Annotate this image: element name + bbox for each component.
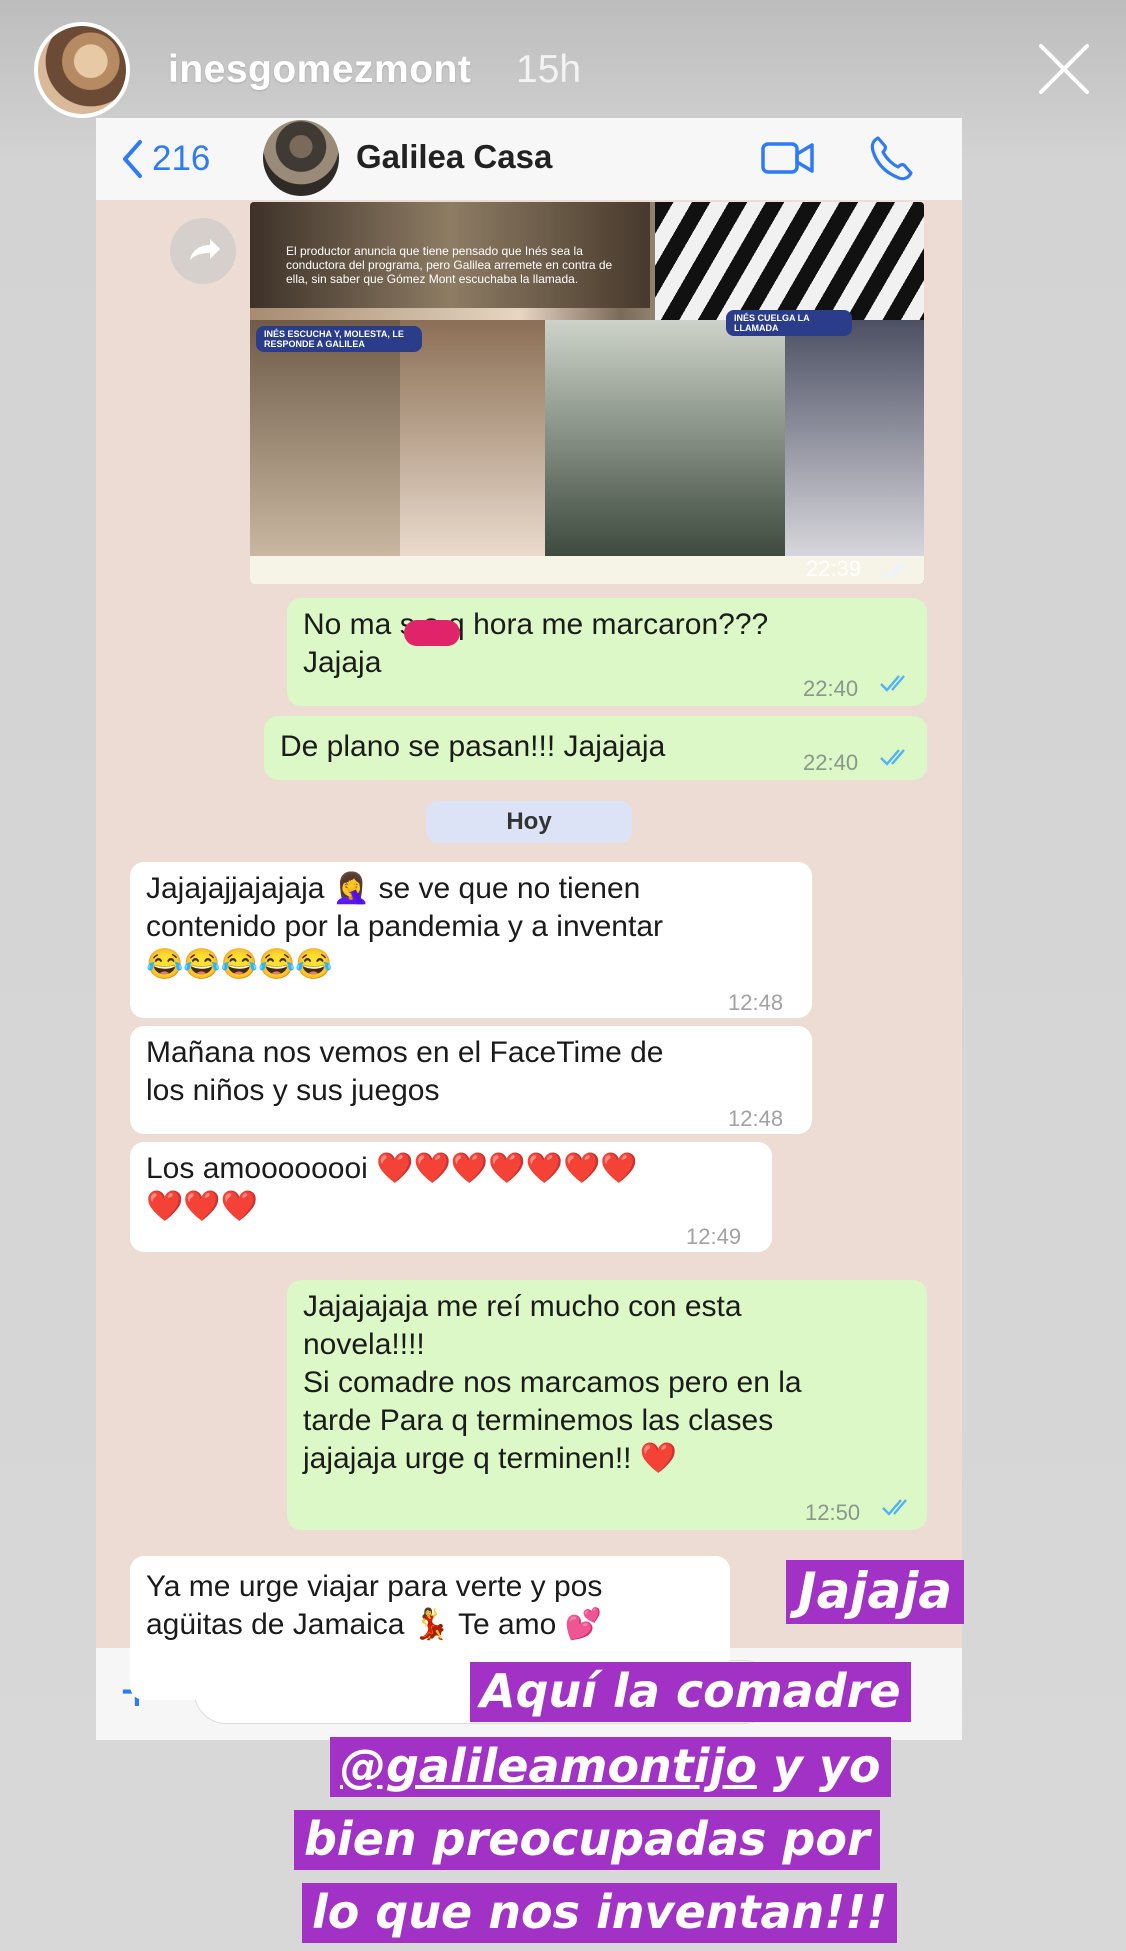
story-text-sticker: @galileamontijo y yo bbox=[330, 1737, 891, 1797]
read-ticks-icon bbox=[880, 675, 905, 692]
message-time: 12:48 bbox=[728, 990, 784, 1015]
story-text-sticker: lo que nos inventan!!! bbox=[302, 1883, 898, 1943]
message-time: 22:39 bbox=[806, 556, 862, 581]
close-icon[interactable] bbox=[1035, 40, 1093, 98]
share-arrow-icon bbox=[190, 239, 220, 260]
story-username[interactable]: inesgomezmont bbox=[168, 48, 471, 92]
message-time: 22:40 bbox=[803, 676, 859, 701]
collage-panel bbox=[400, 320, 545, 556]
message-text: Ya me urge viajar para verte y pos agüit… bbox=[146, 1570, 603, 1641]
story-timestamp: 15h bbox=[516, 48, 582, 91]
read-ticks-icon bbox=[880, 749, 905, 766]
message-time: 12:50 bbox=[805, 1500, 861, 1525]
message-text: Los amoooooooi ❤️❤️❤️❤️❤️❤️❤️ ❤️❤️❤️ bbox=[146, 1152, 638, 1223]
chevron-left-icon bbox=[123, 140, 142, 178]
story-text-sticker: Aquí la comadre bbox=[470, 1662, 911, 1722]
contact-avatar[interactable] bbox=[263, 120, 339, 196]
contact-name[interactable]: Galilea Casa bbox=[356, 138, 552, 176]
message-text: De plano se pasan!!! Jajajaja bbox=[280, 730, 666, 763]
message-text: Mañana nos vemos en el FaceTime de los n… bbox=[146, 1036, 664, 1107]
message-bubble-incoming[interactable]: Jajajajjajajaja 🤦‍♀️ se ve que no tienen… bbox=[130, 862, 812, 1018]
collage-panel bbox=[785, 320, 924, 556]
unread-count: 216 bbox=[152, 139, 211, 178]
forward-button[interactable] bbox=[170, 218, 236, 284]
day-separator: Hoy bbox=[426, 801, 632, 843]
read-ticks-icon bbox=[881, 562, 906, 579]
sticker-text: lo que nos inventan!!! bbox=[312, 1885, 888, 1939]
sticker-text: Aquí la comadre bbox=[480, 1664, 901, 1718]
sticker-text: Jajaja bbox=[798, 1562, 953, 1620]
message-bubble-incoming[interactable]: Mañana nos vemos en el FaceTime de los n… bbox=[130, 1026, 812, 1134]
mention-link[interactable]: @galileamontijo bbox=[340, 1739, 757, 1793]
phone-icon[interactable] bbox=[868, 134, 914, 182]
back-button[interactable]: 216 bbox=[120, 136, 210, 182]
avatar-photo bbox=[38, 26, 126, 114]
sticker-text: bien preocupadas por bbox=[304, 1812, 870, 1866]
message-bubble-outgoing[interactable]: De plano se pasan!!! Jajajaja 22:40 bbox=[264, 716, 927, 780]
image-caption: El productor anuncia que tiene pensado q… bbox=[286, 244, 613, 286]
redaction-scribble bbox=[404, 620, 460, 646]
collage-panel bbox=[545, 320, 785, 556]
message-text: Jajajajjajajaja 🤦‍♀️ se ve que no tienen… bbox=[146, 872, 664, 981]
message-bubble-incoming[interactable]: Los amoooooooi ❤️❤️❤️❤️❤️❤️❤️ ❤️❤️❤️ 12:… bbox=[130, 1142, 772, 1252]
message-text: Jajajajaja me reí mucho con esta novela!… bbox=[303, 1290, 802, 1475]
collage-panel bbox=[250, 320, 400, 556]
image-tag: INÉS CUELGA LA LLAMADA bbox=[726, 310, 852, 336]
story-text-sticker: Jajaja bbox=[786, 1560, 965, 1624]
chat-header: 216 Galilea Casa bbox=[96, 118, 962, 200]
message-bubble-outgoing[interactable]: Jajajajaja me reí mucho con esta novela!… bbox=[287, 1280, 927, 1530]
video-call-icon[interactable] bbox=[760, 138, 816, 178]
message-time: 12:48 bbox=[728, 1106, 784, 1131]
read-ticks-icon bbox=[882, 1499, 907, 1516]
story-text-sticker: bien preocupadas por bbox=[294, 1810, 880, 1870]
forwarded-image[interactable]: El productor anuncia que tiene pensado q… bbox=[250, 202, 924, 584]
message-bubble-outgoing[interactable]: No ma s a q hora me marcaron??? Jajaja 2… bbox=[287, 598, 927, 706]
image-tag: INÉS ESCUCHA Y, MOLESTA, LE RESPONDE A G… bbox=[256, 326, 422, 352]
message-time: 12:49 bbox=[686, 1224, 742, 1249]
message-time: 22:40 bbox=[803, 750, 859, 775]
story-avatar[interactable] bbox=[34, 22, 130, 118]
sticker-text: y yo bbox=[756, 1739, 881, 1793]
message-text: No ma s a q hora me marcaron??? Jajaja bbox=[303, 608, 769, 679]
